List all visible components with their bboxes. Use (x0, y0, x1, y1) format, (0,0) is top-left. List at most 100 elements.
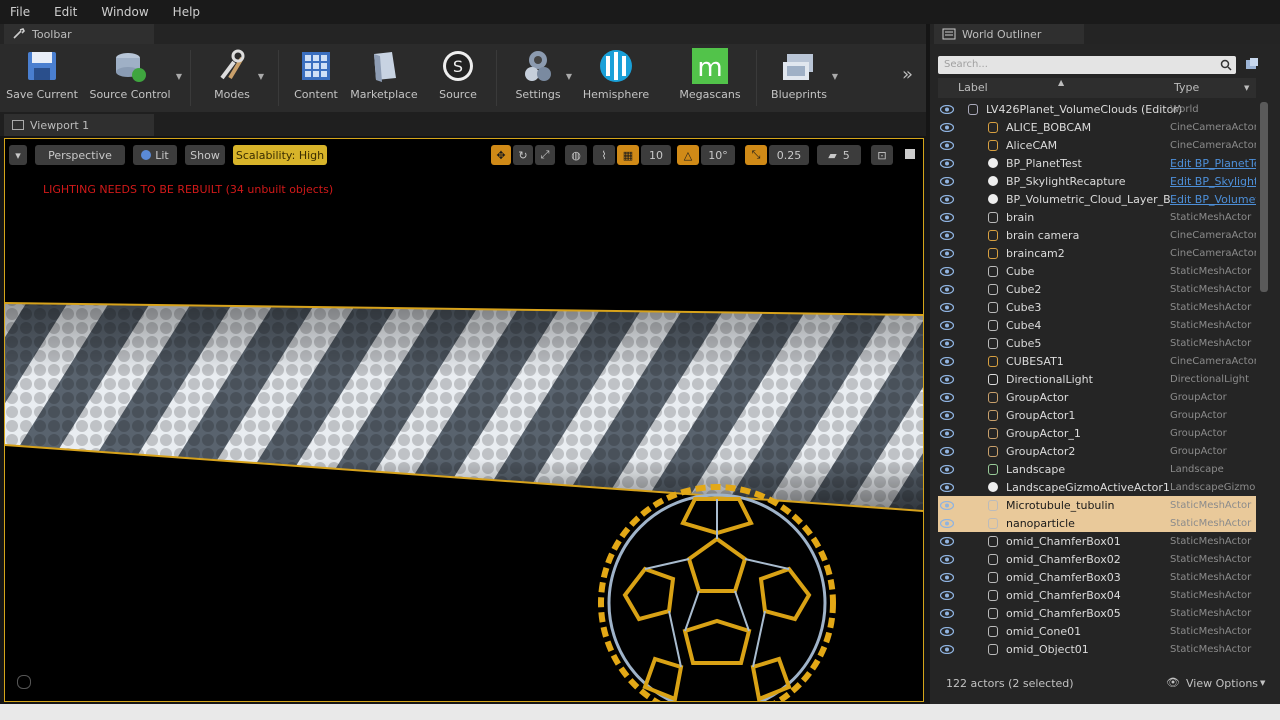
outliner-row[interactable]: GroupActor GroupActor (938, 388, 1256, 406)
outliner-row[interactable]: DirectionalLight DirectionalLight (938, 370, 1256, 388)
source-button[interactable]: S Source (430, 48, 486, 101)
world-local-toggle-icon[interactable]: ◍ (565, 145, 587, 165)
toolbar-overflow-button[interactable]: » (902, 64, 913, 85)
outliner-row[interactable]: Cube StaticMeshActor (938, 262, 1256, 280)
microtubule-mesh[interactable] (5, 302, 923, 512)
visibility-eye-icon[interactable] (940, 158, 954, 168)
outliner-row[interactable]: brain StaticMeshActor (938, 208, 1256, 226)
megascans-button[interactable]: m Megascans (672, 48, 748, 101)
rotate-tool-icon[interactable]: ↻ (513, 145, 533, 165)
visibility-eye-icon[interactable] (940, 644, 954, 654)
visibility-eye-icon[interactable] (940, 140, 954, 150)
outliner-row[interactable]: GroupActor2 GroupActor (938, 442, 1256, 460)
perspective-button[interactable]: Perspective (35, 145, 125, 165)
translate-tool-icon[interactable]: ✥ (491, 145, 511, 165)
outliner-search-input[interactable]: Search... (938, 56, 1236, 74)
menu-edit[interactable]: Edit (54, 5, 77, 19)
outliner-row[interactable]: Cube2 StaticMeshActor (938, 280, 1256, 298)
outliner-row[interactable]: Cube5 StaticMeshActor (938, 334, 1256, 352)
source-control-button[interactable]: Source Control ▼ (88, 48, 182, 101)
visibility-eye-icon[interactable] (940, 536, 954, 546)
blueprints-button[interactable]: Blueprints ▼ (766, 48, 838, 101)
visibility-eye-icon[interactable] (940, 230, 954, 240)
visibility-eye-icon[interactable] (940, 212, 954, 222)
type-column-dropdown-icon[interactable]: ▼ (1244, 84, 1249, 92)
menu-file[interactable]: File (10, 5, 30, 19)
outliner-row[interactable]: CUBESAT1 CineCameraActor (938, 352, 1256, 370)
marketplace-button[interactable]: Marketplace (350, 48, 418, 101)
tab-viewport-1[interactable]: Viewport 1 (4, 114, 154, 136)
type-column-header[interactable]: Type (1174, 81, 1199, 94)
outliner-row[interactable]: Cube4 StaticMeshActor (938, 316, 1256, 334)
restore-viewport-icon[interactable] (905, 149, 915, 159)
lit-mode-button[interactable]: Lit (133, 145, 177, 165)
menu-help[interactable]: Help (173, 5, 200, 19)
visibility-eye-icon[interactable] (940, 338, 954, 348)
visibility-eye-icon[interactable] (940, 302, 954, 312)
outliner-row[interactable]: omid_ChamferBox01 StaticMeshActor (938, 532, 1256, 550)
label-column-header[interactable]: Label (958, 81, 988, 94)
visibility-eye-icon[interactable] (940, 374, 954, 384)
show-button[interactable]: Show (185, 145, 225, 165)
visibility-eye-icon[interactable] (940, 392, 954, 402)
visibility-eye-icon[interactable] (940, 176, 954, 186)
edit-blueprint-link[interactable]: Edit BP_PlanetTest (1170, 157, 1256, 170)
visibility-eye-icon[interactable] (940, 590, 954, 600)
scale-snap-icon[interactable]: ⤡ (745, 145, 767, 165)
camera-speed-button[interactable]: ▰ 5 (817, 145, 861, 165)
grid-snap-value[interactable]: 10 (641, 145, 671, 165)
visibility-eye-icon[interactable] (940, 626, 954, 636)
outliner-row[interactable]: omid_Object01 StaticMeshActor (938, 640, 1256, 658)
outliner-row[interactable]: braincam2 CineCameraActor (938, 244, 1256, 262)
view-options-dropdown-icon[interactable]: ▼ (1260, 679, 1265, 687)
visibility-eye-icon[interactable] (940, 122, 954, 132)
visibility-eye-icon[interactable] (940, 518, 954, 528)
outliner-row[interactable]: LV426Planet_VolumeClouds (Editor) World (938, 100, 1256, 118)
outliner-row[interactable]: BP_Volumetric_Cloud_Layer_B Edit BP_Volum… (938, 190, 1256, 208)
surface-snap-icon[interactable]: ⌇ (593, 145, 615, 165)
visibility-eye-icon[interactable] (940, 320, 954, 330)
grid-snap-icon[interactable]: ▦ (617, 145, 639, 165)
outliner-row[interactable]: AliceCAM CineCameraActor (938, 136, 1256, 154)
visibility-eye-icon[interactable] (940, 284, 954, 294)
outliner-row[interactable]: Cube3 StaticMeshActor (938, 298, 1256, 316)
edit-blueprint-link[interactable]: Edit BP_Volumetric (1170, 193, 1256, 206)
visibility-eye-icon[interactable] (940, 428, 954, 438)
visibility-eye-icon[interactable] (940, 500, 954, 510)
visibility-eye-icon[interactable] (940, 482, 954, 492)
visibility-eye-icon[interactable] (940, 356, 954, 366)
rotation-snap-icon[interactable]: △ (677, 145, 699, 165)
visibility-eye-icon[interactable] (940, 410, 954, 420)
outliner-row[interactable]: BP_SkylightRecapture Edit BP_SkylightReca… (938, 172, 1256, 190)
visibility-eye-icon[interactable] (940, 266, 954, 276)
settings-dropdown-icon[interactable]: ▼ (566, 72, 572, 81)
visibility-eye-icon[interactable] (940, 194, 954, 204)
rotation-snap-value[interactable]: 10° (701, 145, 735, 165)
visibility-eye-icon[interactable] (940, 446, 954, 456)
outliner-row[interactable]: BP_PlanetTest Edit BP_PlanetTest (938, 154, 1256, 172)
outliner-row[interactable]: GroupActor_1 GroupActor (938, 424, 1256, 442)
menu-window[interactable]: Window (101, 5, 148, 19)
outliner-scrollbar[interactable] (1260, 102, 1268, 292)
modes-button[interactable]: Modes ▼ (200, 48, 264, 101)
outliner-row[interactable]: LandscapeGizmoActiveActor1 LandscapeGizmo (938, 478, 1256, 496)
outliner-row[interactable]: omid_Cone01 StaticMeshActor (938, 622, 1256, 640)
visibility-eye-icon[interactable] (940, 608, 954, 618)
scale-tool-icon[interactable]: ⤢ (535, 145, 555, 165)
outliner-row[interactable]: omid_ChamferBox04 StaticMeshActor (938, 586, 1256, 604)
hemisphere-button[interactable]: Hemisphere (580, 48, 652, 101)
level-viewport[interactable]: ▾ Perspective Lit Show Scalability: High… (4, 138, 924, 702)
tab-toolbar[interactable]: Toolbar (4, 24, 154, 44)
visibility-eye-icon[interactable] (940, 104, 954, 114)
save-current-button[interactable]: Save Current (4, 48, 80, 101)
scalability-warning-button[interactable]: Scalability: High (233, 145, 327, 165)
blueprints-dropdown-icon[interactable]: ▼ (832, 72, 838, 81)
view-options-button[interactable]: View Options (1186, 677, 1258, 690)
visibility-eye-icon[interactable] (940, 572, 954, 582)
maximize-viewport-icon[interactable]: ⊡ (871, 145, 893, 165)
visibility-eye-icon[interactable] (940, 464, 954, 474)
visibility-eye-icon[interactable] (940, 554, 954, 564)
viewport-options-button[interactable]: ▾ (9, 145, 27, 165)
scale-snap-value[interactable]: 0.25 (769, 145, 809, 165)
content-button[interactable]: Content (288, 48, 344, 101)
